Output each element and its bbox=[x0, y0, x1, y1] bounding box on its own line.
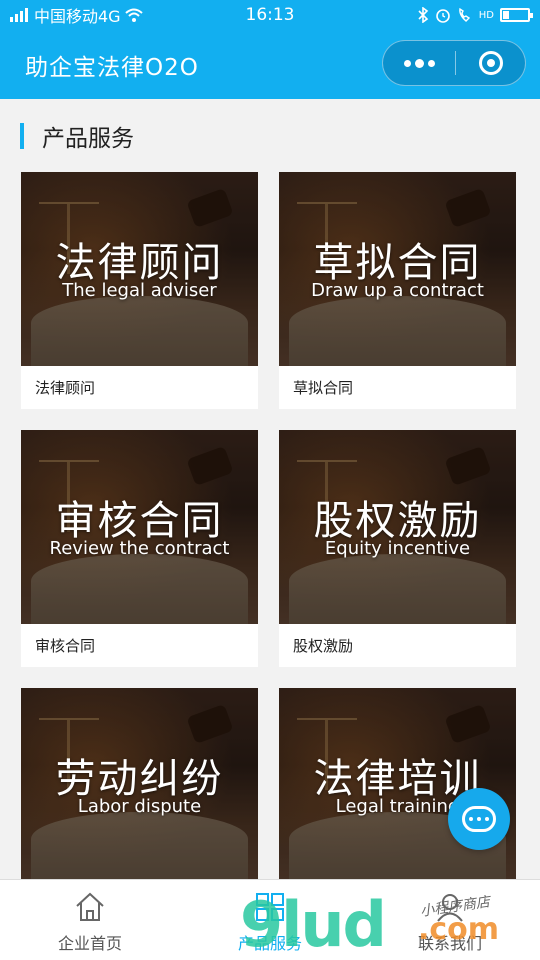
card-image: 股权激励 Equity incentive bbox=[279, 430, 516, 624]
house-icon bbox=[73, 890, 107, 924]
service-card-draft-contract[interactable]: 草拟合同 Draw up a contract 草拟合同 bbox=[279, 172, 516, 409]
target-circle-icon bbox=[478, 51, 503, 75]
carrier-label: 中国移动4G bbox=[34, 7, 121, 26]
card-title-en: Draw up a contract bbox=[311, 280, 484, 301]
card-image: 草拟合同 Draw up a contract bbox=[279, 172, 516, 366]
navigation-bar: 助企宝法律O2O bbox=[0, 30, 540, 99]
service-card-equity-incentive[interactable]: 股权激励 Equity incentive 股权激励 bbox=[279, 430, 516, 667]
card-label: 审核合同 bbox=[35, 637, 96, 655]
section-header: 产品服务 bbox=[20, 122, 134, 152]
signal-icon bbox=[10, 8, 28, 22]
alarm-icon bbox=[435, 9, 450, 23]
miniprogram-capsule bbox=[382, 40, 526, 86]
close-miniprogram-button[interactable] bbox=[456, 41, 525, 85]
status-bar: 中国移动4G 16:13 HD bbox=[0, 0, 540, 30]
card-title-en: Labor dispute bbox=[77, 796, 202, 817]
card-label: 草拟合同 bbox=[293, 379, 354, 397]
more-dots-icon bbox=[403, 59, 411, 67]
card-label: 股权激励 bbox=[293, 637, 354, 655]
wifi-icon bbox=[124, 8, 143, 22]
card-label: 法律顾问 bbox=[35, 379, 96, 397]
tab-contact-label: 联系我们 bbox=[417, 934, 482, 953]
section-title: 产品服务 bbox=[42, 126, 134, 152]
tab-products-label: 产品服务 bbox=[237, 934, 302, 953]
card-image: 法律培训 Legal training bbox=[279, 688, 516, 882]
card-image: 审核合同 Review the contract bbox=[21, 430, 258, 624]
card-title-en: Review the contract bbox=[49, 538, 230, 559]
tab-home-label: 企业首页 bbox=[57, 934, 122, 953]
chat-bubble-icon bbox=[462, 806, 496, 832]
service-card-review-contract[interactable]: 审核合同 Review the contract 审核合同 bbox=[21, 430, 258, 667]
bluetooth-icon bbox=[418, 7, 428, 23]
tab-contact[interactable]: 联系我们 bbox=[360, 880, 540, 960]
status-left: 中国移动4G bbox=[10, 3, 210, 27]
hd-label: HD bbox=[478, 9, 494, 21]
tab-products[interactable]: 产品服务 bbox=[180, 880, 360, 960]
service-card-legal-adviser[interactable]: 法律顾问 The legal adviser 法律顾问 bbox=[21, 172, 258, 409]
section-accent-bar bbox=[20, 123, 24, 149]
tab-bar: 企业首页 产品服务 联系我们 bbox=[0, 879, 540, 960]
tab-home[interactable]: 企业首页 bbox=[0, 880, 180, 960]
status-right: HD bbox=[417, 7, 533, 23]
card-image: 劳动纠纷 Labor dispute bbox=[21, 688, 258, 882]
grid-icon bbox=[253, 890, 287, 924]
card-title-en: The legal adviser bbox=[62, 280, 217, 301]
person-icon bbox=[433, 890, 467, 924]
more-menu-button[interactable] bbox=[383, 41, 455, 85]
phone-hd-icon bbox=[458, 7, 470, 22]
battery-icon bbox=[500, 8, 533, 22]
card-image: 法律顾问 The legal adviser bbox=[21, 172, 258, 366]
card-title-en: Equity incentive bbox=[324, 538, 471, 559]
customer-service-button[interactable] bbox=[448, 788, 510, 850]
app-title: 助企宝法律O2O bbox=[25, 54, 199, 81]
